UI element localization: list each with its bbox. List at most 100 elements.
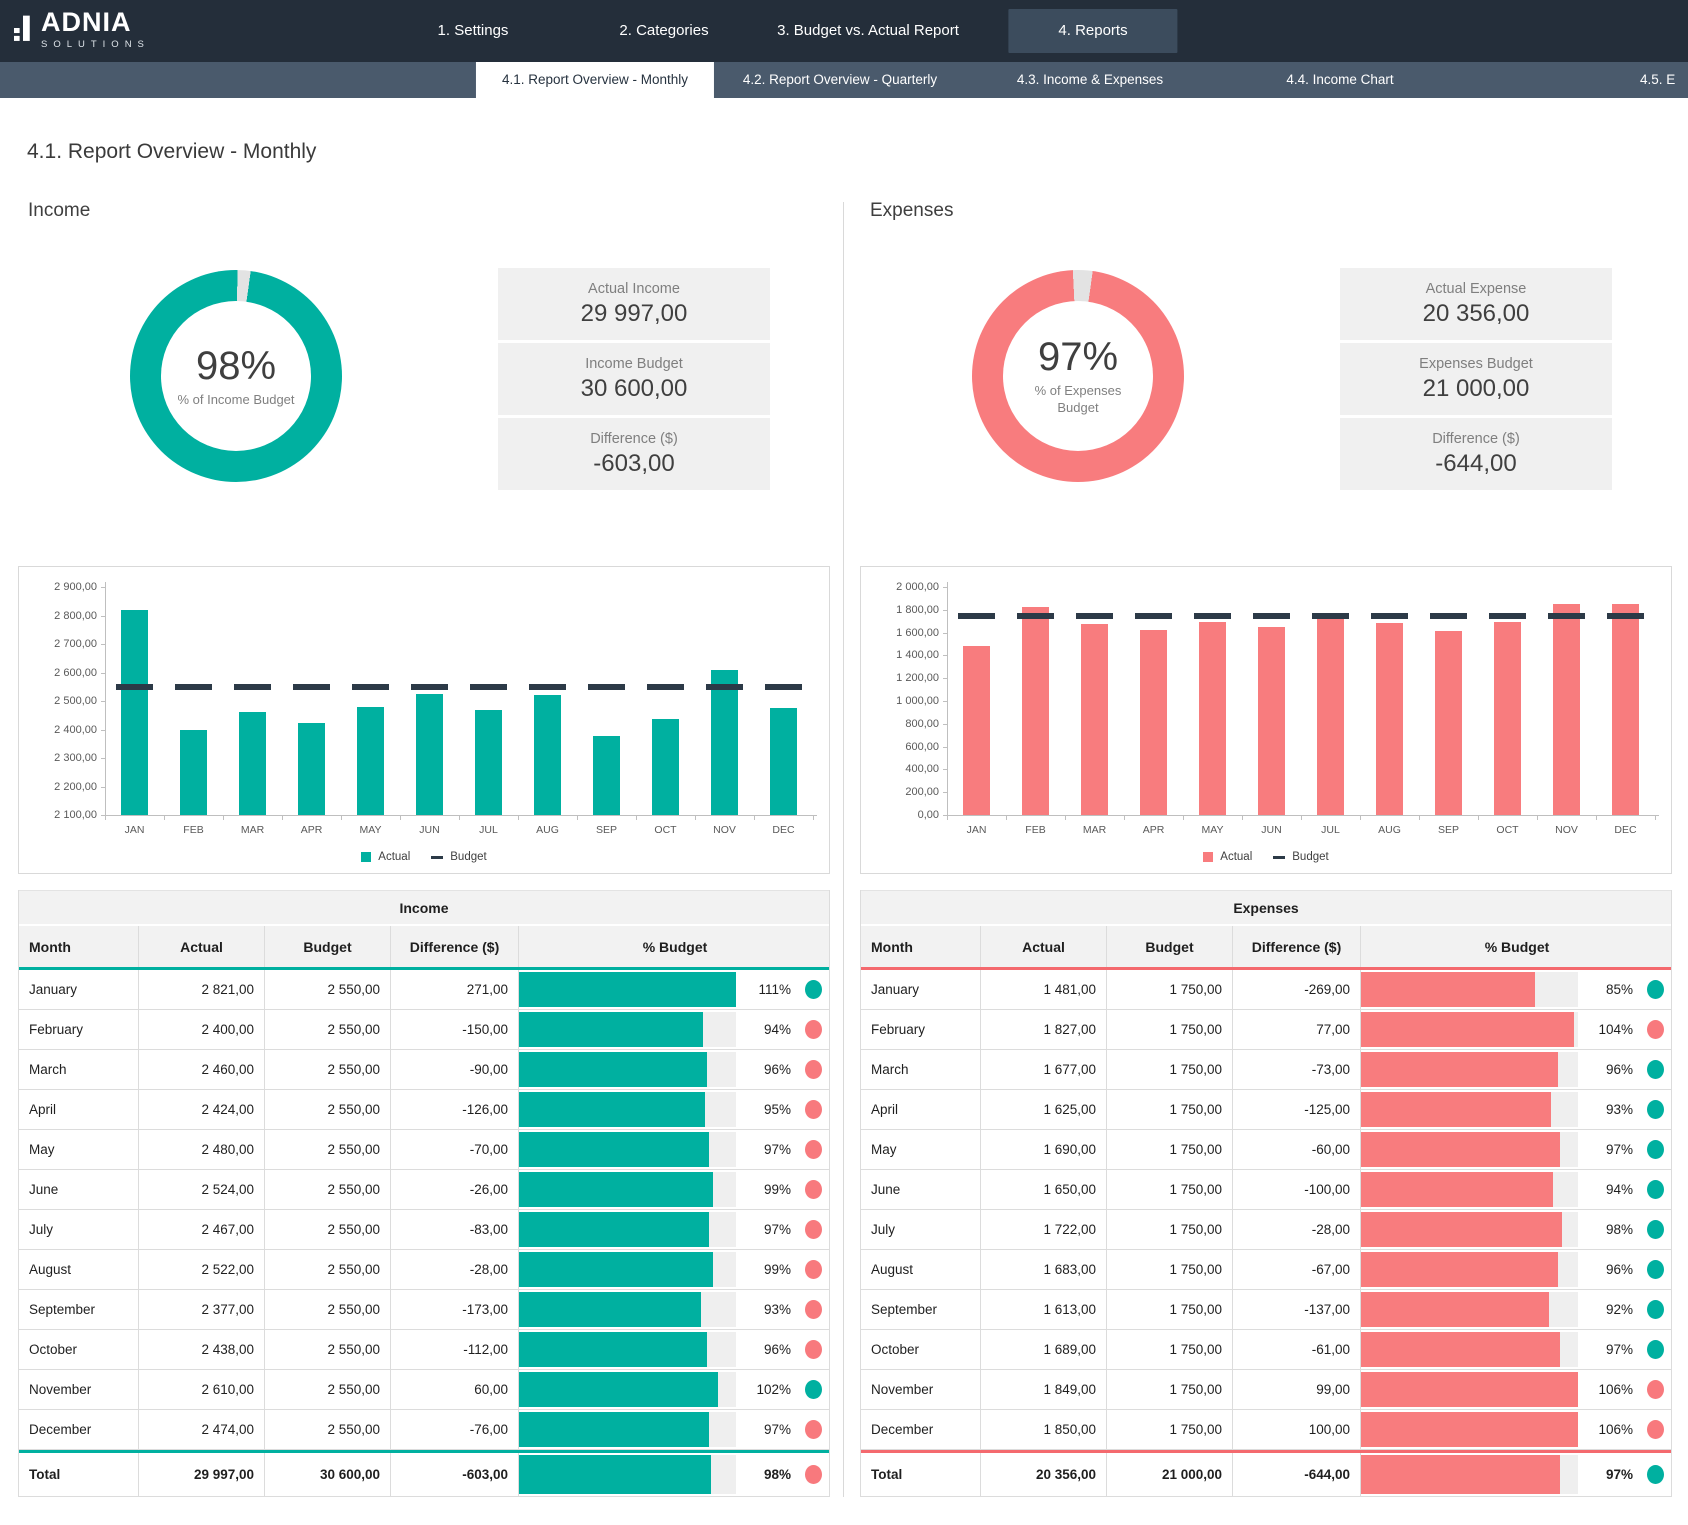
actual-cell: 1 690,00 [981,1130,1107,1169]
pct-budget-value: 97% [1579,1130,1637,1169]
budget-cell: 21 000,00 [1107,1453,1233,1496]
stat-value: -644,00 [1435,450,1516,478]
x-axis-tick [1301,815,1302,820]
status-dot [1647,1380,1664,1399]
budget-cell: 1 750,00 [1107,1010,1233,1049]
actual-bar-jan [121,610,148,815]
table-total-row: Total20 356,0021 000,00-644,0097% [861,1450,1671,1497]
pct-budget-bar-cell [1361,1050,1579,1089]
pct-budget-bar-cell [519,1330,737,1369]
pct-budget-bar-cell [1361,1290,1579,1329]
pct-budget-value: 97% [1579,1453,1637,1496]
sub-nav-tab-5[interactable]: 4.5. E [1640,62,1675,98]
month-cell: April [19,1090,139,1129]
status-dot [805,1060,822,1079]
pct-budget-bar-fill [1361,1455,1560,1494]
pct-budget-value: 93% [1579,1090,1637,1129]
pct-budget-value: 97% [737,1210,795,1249]
pct-budget-value: 102% [737,1370,795,1409]
actual-cell: 2 474,00 [139,1410,265,1449]
status-dot-cell [1637,1090,1673,1129]
actual-cell: 1 722,00 [981,1210,1107,1249]
top-nav-tab-3[interactable]: 3. Budget vs. Actual Report [777,0,959,62]
stat-box: Income Budget30 600,00 [498,343,770,415]
x-axis-month-label: MAY [341,824,400,836]
actual-cell: 2 480,00 [139,1130,265,1169]
month-cell: May [19,1130,139,1169]
top-nav-tab-4[interactable]: 4. Reports [1008,9,1177,53]
actual-cell: 2 460,00 [139,1050,265,1089]
pct-budget-bar-fill [1361,1252,1558,1287]
x-axis-tick [518,815,519,820]
month-cell: December [861,1410,981,1449]
pct-budget-bar-track [519,1455,736,1494]
pct-budget-bar-cell [519,1370,737,1409]
budget-dash-jun [1253,613,1290,619]
actual-bar-may [357,707,384,815]
adnia-logo-icon [14,13,32,43]
pct-budget-bar-cell [1361,1090,1579,1129]
sub-nav-tab-1[interactable]: 4.1. Report Overview - Monthly [476,62,714,98]
month-cell: June [19,1170,139,1209]
y-axis-tick-label: 2 000,00 [867,581,939,593]
x-axis-tick [459,815,460,820]
pct-budget-bar-fill [519,1212,709,1247]
budget-dash-jul [1312,613,1349,619]
y-axis-tick-label: 800,00 [867,718,939,730]
table-row: June1 650,001 750,00-100,0094% [861,1170,1671,1210]
budget-dash-sep [588,684,625,690]
actual-cell: 1 677,00 [981,1050,1107,1089]
x-axis-month-label: DEC [1596,824,1655,836]
income-monthly-bar-chart: 2 900,002 800,002 700,002 600,002 500,00… [18,566,830,874]
x-axis-month-label: JAN [105,824,164,836]
column-divider [843,202,844,1497]
stat-label: Income Budget [585,356,683,372]
budget-dash-oct [1489,613,1526,619]
pct-budget-bar-track [1361,1372,1578,1407]
pct-budget-bar-cell [519,1050,737,1089]
expenses-stat-boxes: Actual Expense20 356,00Expenses Budget21… [1340,268,1612,496]
status-dot [805,1140,822,1159]
month-cell: August [19,1250,139,1289]
stat-box: Difference ($)-603,00 [498,418,770,490]
pct-budget-bar-fill [519,1172,713,1207]
x-axis-month-label: APR [1124,824,1183,836]
sub-nav-tab-2[interactable]: 4.2. Report Overview - Quarterly [743,62,937,98]
sub-nav-tab-4[interactable]: 4.4. Income Chart [1286,62,1393,98]
x-axis-month-label: MAR [1065,824,1124,836]
top-nav-tab-1[interactable]: 1. Settings [438,0,509,62]
table-row: August2 522,002 550,00-28,0099% [19,1250,829,1290]
expenses-donut: 97%% of Expenses Budget [972,270,1184,482]
status-dot-cell [1637,1453,1673,1496]
table-row: October1 689,001 750,00-61,0097% [861,1330,1671,1370]
pct-budget-bar-track [519,1412,736,1447]
month-cell: February [19,1010,139,1049]
top-nav-tab-2[interactable]: 2. Categories [619,0,708,62]
y-axis-tick-label: 1 400,00 [867,649,939,661]
pct-budget-bar-fill [519,1332,707,1367]
table-row: October2 438,002 550,00-112,0096% [19,1330,829,1370]
status-dot [1647,1140,1664,1159]
status-dot-cell [1637,970,1673,1009]
pct-budget-value: 96% [737,1050,795,1089]
stat-label: Difference ($) [590,431,678,447]
pct-budget-bar-fill [519,1455,711,1494]
pct-budget-bar-track [1361,1332,1578,1367]
actual-bar-dec [1612,604,1639,815]
status-dot-cell [1637,1410,1673,1449]
budget-dash-may [1194,613,1231,619]
x-axis-tick [400,815,401,820]
pct-budget-value: 94% [737,1010,795,1049]
status-dot [1647,1300,1664,1319]
pct-budget-bar-track [1361,1092,1578,1127]
stat-value: 20 356,00 [1423,300,1530,328]
actual-bar-aug [534,695,561,815]
x-axis-month-label: DEC [754,824,813,836]
x-axis-tick [636,815,637,820]
header-pct-budget: % Budget [1361,926,1673,967]
sub-nav-tab-3[interactable]: 4.3. Income & Expenses [1017,62,1163,98]
pct-budget-bar-cell [519,1210,737,1249]
pct-budget-bar-fill [519,1132,709,1167]
header-month: Month [861,926,981,967]
pct-budget-bar-track [519,1012,736,1047]
